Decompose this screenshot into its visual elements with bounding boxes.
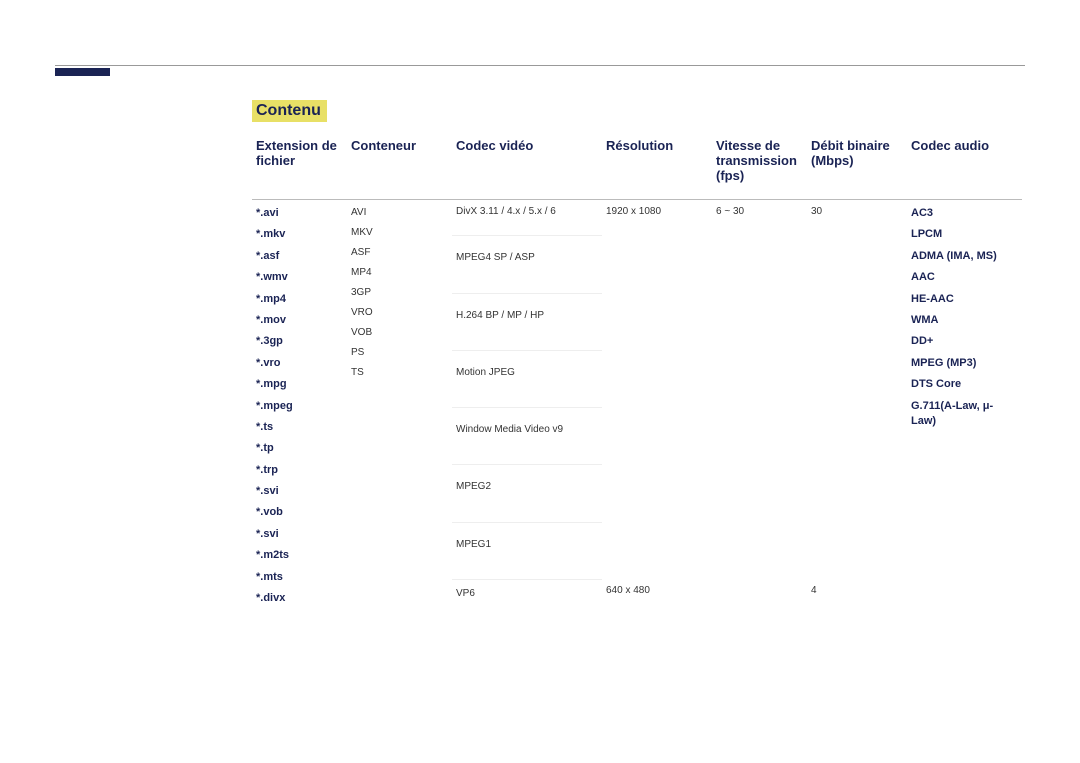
section-title: Contenu [252,100,327,122]
ac-value: AC3 [911,206,1018,221]
col-ac: Codec audio [907,132,1022,200]
ac-value: ADMA (IMA, MS) [911,249,1018,264]
ext-value: *.3gp [256,334,343,349]
ext-value: *.trp [256,463,343,478]
ext-value: *.mov [256,313,343,328]
cell-vc: MPEG2 [452,465,602,522]
ext-value: *.m2ts [256,548,343,563]
cont-value: AVI [351,206,448,220]
ac-value: MPEG (MP3) [911,356,1018,371]
cont-value: VOB [351,326,448,340]
col-fps: Vitesse de transmission (fps) [712,132,807,200]
ext-value: *.mkv [256,227,343,242]
cell-audio: AC3 LPCM ADMA (IMA, MS) AAC HE-AAC WMA D… [907,200,1022,613]
ext-value: *.divx [256,591,343,606]
ext-value: *.wmv [256,270,343,285]
ext-value: *.mts [256,570,343,585]
cont-value: MP4 [351,266,448,280]
cont-value: VRO [351,306,448,320]
table-header-row: Extension de fichier Conteneur Codec vid… [252,132,1022,200]
cell-vc: H.264 BP / MP / HP [452,293,602,350]
codec-table: Extension de fichier Conteneur Codec vid… [252,132,1022,612]
ext-value: *.asf [256,249,343,264]
ext-value: *.vro [256,356,343,371]
cell-vc: Motion JPEG [452,350,602,407]
cell-res: 1920 x 1080 [602,200,712,580]
cell-extensions: *.avi *.mkv *.asf *.wmv *.mp4 *.mov *.3g… [252,200,347,613]
cell-res: 640 x 480 [602,579,712,612]
ac-value: AAC [911,270,1018,285]
ext-value: *.ts [256,420,343,435]
cell-mbps: 4 [807,579,907,612]
col-mbps: Débit binaire (Mbps) [807,132,907,200]
cell-vc: MPEG1 [452,522,602,579]
table-row: *.avi *.mkv *.asf *.wmv *.mp4 *.mov *.3g… [252,200,1022,236]
ext-value: *.tp [256,441,343,456]
ac-value: DTS Core [911,377,1018,392]
ac-value: LPCM [911,227,1018,242]
cell-vc: MPEG4 SP / ASP [452,236,602,293]
cell-containers: AVI MKV ASF MP4 3GP VRO VOB PS TS [347,200,452,613]
ext-value: *.avi [256,206,343,221]
cont-value: TS [351,366,448,380]
header-accent-bar [55,68,110,76]
header-rule [55,65,1025,66]
cont-value: PS [351,346,448,360]
col-res: Résolution [602,132,712,200]
cell-mbps: 30 [807,200,907,580]
ac-value: HE-AAC [911,292,1018,307]
cell-vc: DivX 3.11 / 4.x / 5.x / 6 [452,200,602,236]
ext-value: *.mp4 [256,292,343,307]
ac-value: G.711(A-Law, μ-Law) [911,399,1018,430]
ext-value: *.vob [256,505,343,520]
ext-value: *.mpeg [256,399,343,414]
cont-value: 3GP [351,286,448,300]
col-ext: Extension de fichier [252,132,347,200]
ac-value: WMA [911,313,1018,328]
cell-vc: VP6 [452,579,602,612]
cell-fps: 6 ~ 30 [712,200,807,613]
ext-value: *.svi [256,484,343,499]
cont-value: ASF [351,246,448,260]
col-vc: Codec vidéo [452,132,602,200]
ext-value: *.svi [256,527,343,542]
ac-value: DD+ [911,334,1018,349]
cont-value: MKV [351,226,448,240]
cell-vc: Window Media Video v9 [452,408,602,465]
ext-value: *.mpg [256,377,343,392]
col-cont: Conteneur [347,132,452,200]
